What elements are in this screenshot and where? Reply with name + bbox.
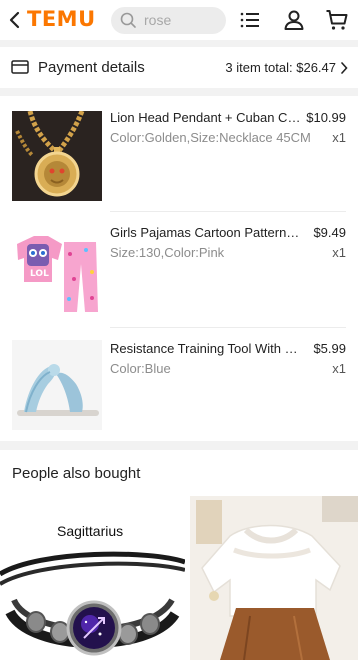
- item-spec: Color:Blue: [110, 361, 171, 376]
- item-quantity: x1: [332, 130, 346, 145]
- item-name: Girls Pajamas Cartoon Pattern Set: [110, 225, 302, 240]
- search-icon: [120, 12, 136, 28]
- order-items-list: Lion Head Pendant + Cuban Chain Necklace…: [0, 96, 358, 441]
- item-spec: Size:130,Color:Pink: [110, 245, 225, 260]
- item-quantity: x1: [332, 361, 346, 376]
- product-image-pajamas: LOL: [12, 224, 102, 314]
- product-image-blouse-skirt: [190, 496, 358, 660]
- list-item[interactable]: LOL Girls Pajamas Cartoon Pattern Set $9…: [0, 212, 358, 326]
- payment-details-row[interactable]: Payment details 3 item total: $26.47: [0, 47, 358, 88]
- product-image-bracelet: [0, 551, 185, 656]
- item-name: Lion Head Pendant + Cuban Chain Necklace: [110, 110, 302, 125]
- top-bar: TEMU rose: [0, 0, 358, 40]
- list-item[interactable]: Resistance Training Tool With Soft Grip …: [0, 328, 358, 442]
- product-image-lion-pendant: [12, 111, 102, 201]
- product-image-caption: Sagittarius: [57, 523, 124, 539]
- recommended-product-card[interactable]: [190, 496, 358, 660]
- menu-list-icon[interactable]: [238, 8, 262, 32]
- item-spec: Color:Golden,Size:Necklace 45CM: [110, 130, 311, 145]
- search-placeholder: rose: [144, 12, 172, 28]
- cart-icon[interactable]: [325, 8, 349, 32]
- search-bar[interactable]: rose: [111, 7, 226, 34]
- account-icon[interactable]: [282, 8, 306, 32]
- item-total: 3 item total: $26.47: [225, 60, 336, 75]
- item-quantity: x1: [332, 245, 346, 260]
- recommended-product-card[interactable]: Sagittarius: [0, 496, 185, 660]
- item-price: $10.99: [306, 110, 346, 125]
- item-name: Resistance Training Tool With Soft Grip: [110, 341, 302, 356]
- section-title: People also bought: [12, 465, 141, 482]
- people-also-bought-section: People also bought Sagittarius: [0, 450, 358, 660]
- temu-logo[interactable]: TEMU: [27, 7, 96, 31]
- credit-card-icon: [11, 60, 29, 74]
- payment-details-title: Payment details: [38, 59, 145, 76]
- item-price: $5.99: [313, 341, 346, 356]
- product-image-resistance-tool: [12, 340, 102, 430]
- back-chevron-icon[interactable]: [6, 10, 24, 30]
- item-price: $9.49: [313, 225, 346, 240]
- list-item[interactable]: Lion Head Pendant + Cuban Chain Necklace…: [0, 96, 358, 210]
- chevron-right-icon: [341, 62, 348, 74]
- svg-text:LOL: LOL: [30, 269, 49, 279]
